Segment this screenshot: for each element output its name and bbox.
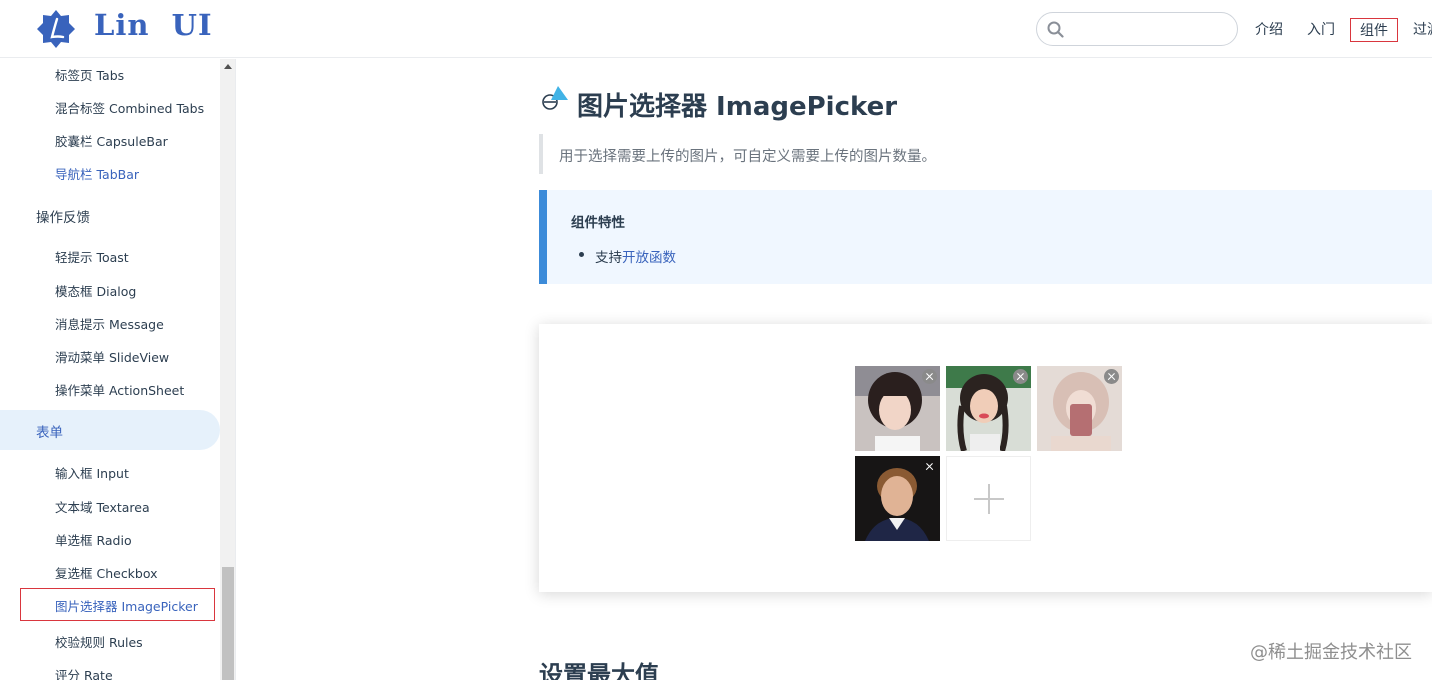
brand-name[interactable]: Lin UI — [94, 8, 213, 42]
image-thumb-3[interactable] — [1037, 366, 1122, 451]
description-quote: 用于选择需要上传的图片，可自定义需要上传的图片数量。 — [539, 134, 1432, 174]
image-thumb-1[interactable] — [855, 366, 940, 451]
search-input[interactable] — [1071, 17, 1231, 41]
nav-components[interactable]: 组件 — [1350, 18, 1398, 42]
image-picker-demo — [539, 324, 1432, 592]
search-box[interactable] — [1036, 12, 1238, 46]
scroll-up-arrow-icon[interactable] — [224, 64, 232, 69]
sidebar-item-imagepicker[interactable]: 图片选择器 ImagePicker — [55, 596, 198, 615]
sidebar-item-checkbox[interactable]: 复选框 Checkbox — [55, 563, 158, 582]
sidebar-item-message[interactable]: 消息提示 Message — [55, 314, 164, 333]
open-function-link[interactable]: 开放函数 — [622, 250, 676, 266]
sidebar-item-slideview[interactable]: 滑动菜单 SlideView — [55, 347, 169, 366]
nav-filter[interactable]: 过滤 — [1413, 19, 1432, 39]
sidebar-item-combined-tabs[interactable]: 混合标签 Combined Tabs — [55, 98, 204, 117]
nav-getting-started[interactable]: 入门 — [1307, 19, 1335, 39]
sidebar-group-form-label: 表单 — [36, 425, 63, 441]
sidebar-group-form[interactable]: 表单 — [0, 410, 220, 450]
features-tip: 组件特性 支持开放函数 — [539, 190, 1432, 284]
sidebar-item-radio[interactable]: 单选框 Radio — [55, 530, 132, 549]
sidebar-item-capsulebar[interactable]: 胶囊栏 CapsuleBar — [55, 131, 168, 150]
sidebar-item-input[interactable]: 输入框 Input — [55, 463, 129, 482]
scrollbar-thumb[interactable] — [222, 567, 234, 680]
features-item: 支持开放函数 — [595, 246, 676, 266]
top-header: Lin UI 介绍 入门 组件 过滤 — [0, 0, 1432, 58]
sidebar-item-rules[interactable]: 校验规则 Rules — [55, 632, 143, 651]
sidebar-item-tabs[interactable]: 标签页 Tabs — [55, 65, 124, 84]
features-title: 组件特性 — [571, 215, 625, 231]
sidebar-item-textarea[interactable]: 文本域 Textarea — [55, 497, 150, 516]
lin-ui-logo-icon[interactable] — [36, 9, 76, 49]
description-text: 用于选择需要上传的图片，可自定义需要上传的图片数量。 — [559, 149, 936, 165]
watermark: @稀土掘金技术社区 — [1250, 642, 1412, 663]
remove-image-icon[interactable] — [922, 459, 937, 474]
sidebar-item-toast[interactable]: 轻提示 Toast — [55, 247, 129, 266]
page-title-text: 图片选择器 ImagePicker — [577, 92, 898, 122]
component-logo-icon — [542, 86, 568, 110]
sidebar-item-rate[interactable]: 评分 Rate — [55, 665, 113, 680]
sidebar-scrollbar[interactable] — [220, 59, 236, 680]
image-thumb-2[interactable] — [946, 366, 1031, 451]
sidebar: 标签页 Tabs 混合标签 Combined Tabs 胶囊栏 CapsuleB… — [0, 59, 220, 680]
section-heading-set-max: 设置最大值 — [539, 661, 659, 680]
sidebar-item-tabbar[interactable]: 导航栏 TabBar — [55, 164, 139, 183]
bullet-dot-icon — [579, 252, 584, 257]
sidebar-item-dialog[interactable]: 模态框 Dialog — [55, 281, 136, 300]
remove-image-icon[interactable] — [1013, 369, 1028, 384]
nav-intro[interactable]: 介绍 — [1255, 19, 1283, 39]
image-thumb-4[interactable] — [855, 456, 940, 541]
sidebar-item-actionsheet[interactable]: 操作菜单 ActionSheet — [55, 380, 184, 399]
sidebar-group-feedback[interactable]: 操作反馈 — [36, 206, 90, 226]
features-item-prefix: 支持 — [595, 250, 622, 266]
remove-image-icon[interactable] — [922, 369, 937, 384]
remove-image-icon[interactable] — [1104, 369, 1119, 384]
search-icon — [1047, 21, 1064, 38]
add-image-button[interactable] — [946, 456, 1031, 541]
